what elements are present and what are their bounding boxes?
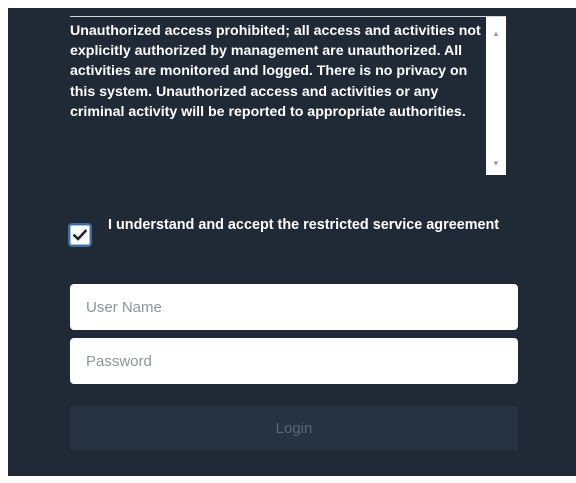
restricted-service-notice[interactable]: Unauthorized access prohibited; all acce… [70, 16, 506, 175]
agreement-row: I understand and accept the restricted s… [70, 214, 530, 245]
notice-scrollbar[interactable]: ▲ ▼ [486, 17, 506, 175]
scroll-up-arrow-icon[interactable]: ▲ [486, 27, 506, 41]
username-input[interactable] [70, 284, 518, 330]
agreement-checkbox[interactable] [70, 225, 90, 245]
notice-text: Unauthorized access prohibited; all acce… [70, 23, 481, 120]
login-button[interactable]: Login [70, 406, 518, 450]
agreement-label: I understand and accept the restricted s… [108, 217, 500, 233]
password-input[interactable] [70, 338, 518, 384]
login-panel: Unauthorized access prohibited; all acce… [8, 8, 576, 476]
scroll-down-arrow-icon[interactable]: ▼ [486, 157, 506, 171]
checkmark-icon [73, 229, 87, 241]
